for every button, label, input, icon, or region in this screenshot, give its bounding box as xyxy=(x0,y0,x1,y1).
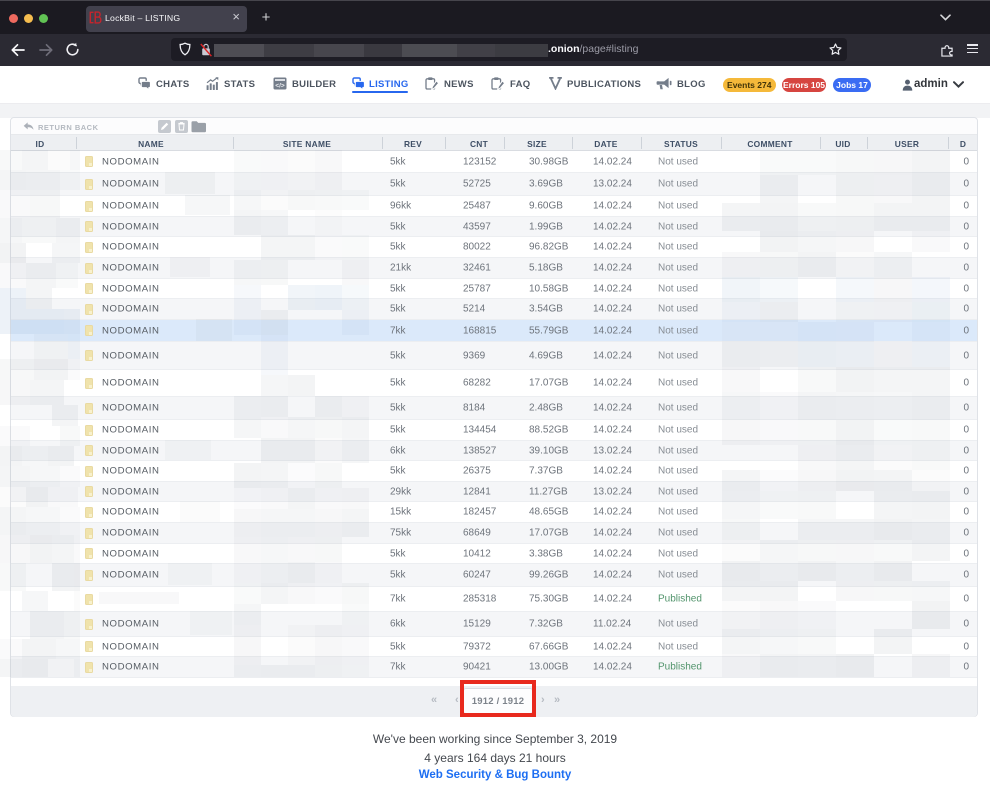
svg-text:</>: </> xyxy=(275,82,285,89)
